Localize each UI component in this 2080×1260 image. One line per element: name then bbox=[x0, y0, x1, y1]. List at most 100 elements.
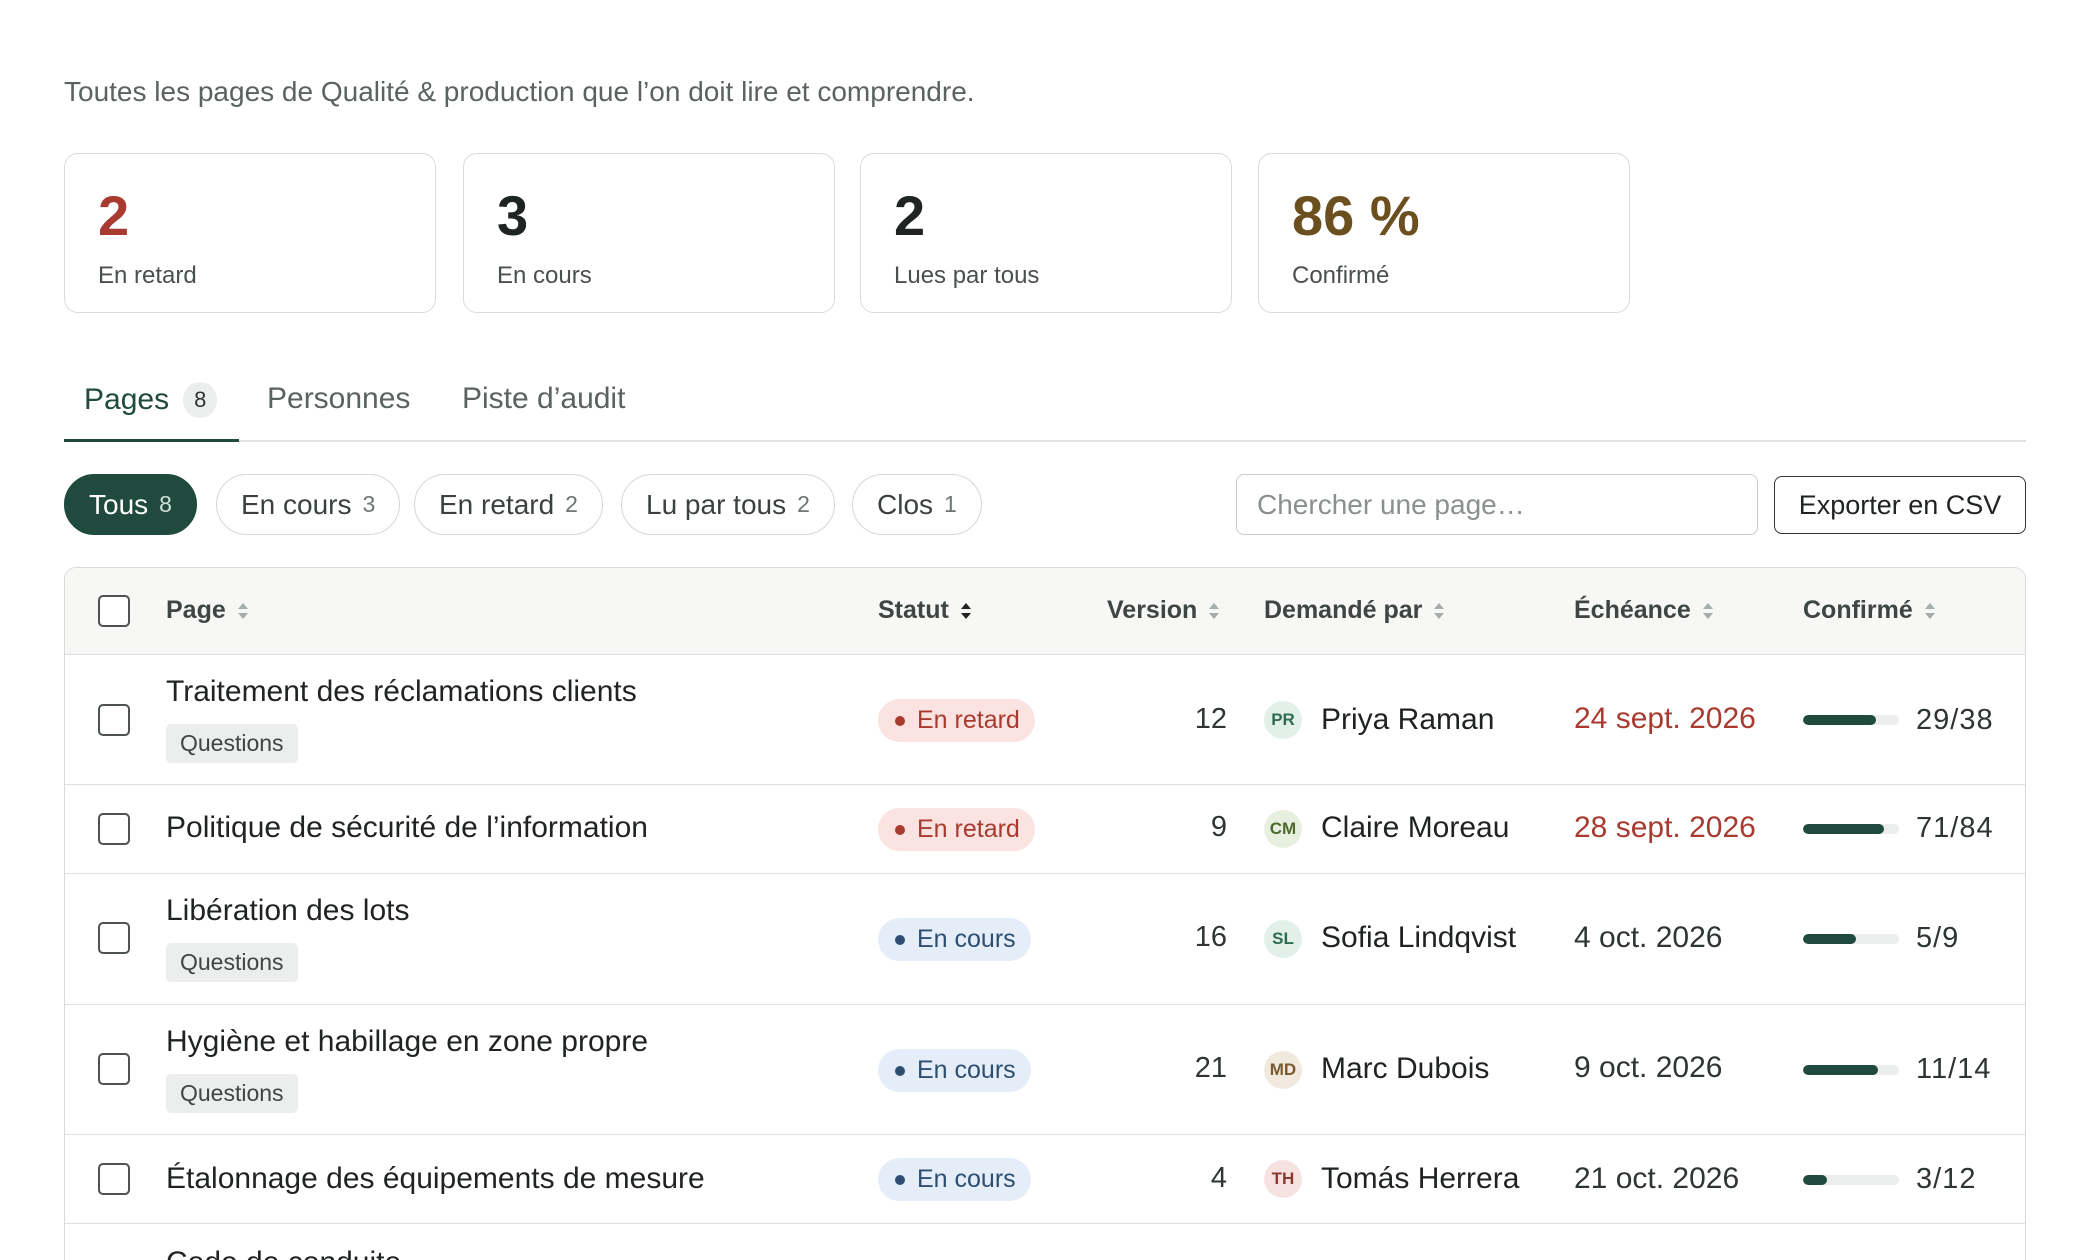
status-label: En retard bbox=[917, 706, 1020, 734]
table-row[interactable]: Traitement des réclamations clients Ques… bbox=[65, 655, 2025, 785]
table-row[interactable]: Hygiène et habillage en zone propre Ques… bbox=[65, 1005, 2025, 1135]
version-value: 21 bbox=[1194, 1052, 1227, 1084]
confirmed-ratio: 29/38 bbox=[1916, 704, 1994, 736]
filter-chip-late[interactable]: En retard 2 bbox=[414, 474, 603, 535]
page-title-link[interactable]: Étalonnage des équipements de mesure bbox=[166, 1162, 705, 1196]
row-checkbox[interactable] bbox=[98, 1163, 130, 1195]
status-label: En cours bbox=[917, 925, 1016, 953]
tab-people[interactable]: Personnes bbox=[267, 382, 410, 416]
status-badge: En cours bbox=[878, 918, 1031, 961]
due-date: 24 sept. 2026 bbox=[1574, 702, 1756, 735]
sort-icon bbox=[237, 602, 248, 620]
version-value: 12 bbox=[1194, 703, 1227, 735]
requester-name: Claire Moreau bbox=[1321, 811, 1510, 844]
stat-label: En cours bbox=[497, 262, 592, 289]
tab-label: Pages bbox=[84, 383, 170, 416]
stat-value: 2 bbox=[98, 184, 130, 247]
page-subtitle: Toutes les pages de Qualité & production… bbox=[64, 76, 975, 107]
version-value: 16 bbox=[1194, 921, 1227, 953]
column-header-version[interactable]: Version bbox=[1107, 596, 1220, 625]
status-dot-icon bbox=[895, 824, 905, 835]
status-badge: En cours bbox=[878, 1158, 1031, 1201]
progress-fill bbox=[1803, 1065, 1879, 1075]
export-csv-button[interactable]: Exporter en CSV bbox=[1774, 476, 2026, 534]
sort-icon bbox=[1702, 602, 1713, 620]
status-label: En cours bbox=[917, 1056, 1016, 1084]
column-label: Version bbox=[1107, 596, 1198, 624]
row-checkbox[interactable] bbox=[98, 813, 130, 845]
progress-fill bbox=[1803, 1175, 1827, 1185]
status-label: En retard bbox=[917, 815, 1020, 843]
column-header-requested-by[interactable]: Demandé par bbox=[1264, 596, 1445, 625]
avatar: MD bbox=[1264, 1051, 1302, 1089]
column-header-page[interactable]: Page bbox=[166, 596, 248, 625]
chip-count: 2 bbox=[565, 491, 578, 517]
status-dot-icon bbox=[895, 1174, 905, 1185]
stat-label: En retard bbox=[98, 262, 197, 289]
table-row[interactable]: Politique de sécurité de l’information E… bbox=[65, 785, 2025, 874]
requester-name: Tomás Herrera bbox=[1321, 1162, 1520, 1195]
chip-count: 1 bbox=[944, 491, 957, 517]
row-checkbox[interactable] bbox=[98, 922, 130, 954]
page-title-link[interactable]: Traitement des réclamations clients bbox=[166, 675, 637, 709]
page-title-link[interactable]: Hygiène et habillage en zone propre bbox=[166, 1025, 648, 1059]
chip-label: Clos bbox=[877, 488, 934, 520]
select-all-checkbox[interactable] bbox=[98, 595, 130, 627]
tab-pages[interactable]: Pages 8 bbox=[84, 382, 218, 418]
confirmed-ratio: 71/84 bbox=[1916, 812, 1994, 844]
filter-chip-all[interactable]: Tous 8 bbox=[64, 474, 197, 535]
column-label: Demandé par bbox=[1264, 596, 1423, 624]
stat-card-in-progress: 3 En cours bbox=[463, 153, 835, 313]
column-header-status[interactable]: Statut bbox=[878, 596, 971, 625]
confirmed-ratio: 5/9 bbox=[1916, 922, 1960, 954]
avatar: CM bbox=[1264, 810, 1302, 848]
column-label: Échéance bbox=[1574, 596, 1691, 624]
version-value: 4 bbox=[1210, 1162, 1227, 1194]
chip-count: 3 bbox=[362, 491, 376, 517]
progress-fill bbox=[1803, 934, 1857, 944]
status-label: En cours bbox=[917, 1165, 1016, 1193]
confirmed-ratio: 11/14 bbox=[1916, 1053, 1992, 1085]
confirmation-progress-bar bbox=[1803, 1175, 1899, 1185]
confirmation-progress-bar bbox=[1803, 824, 1899, 834]
column-label: Statut bbox=[878, 596, 949, 624]
avatar: PR bbox=[1264, 701, 1302, 739]
filter-chip-closed[interactable]: Clos 1 bbox=[852, 474, 982, 535]
chip-label: Tous bbox=[89, 488, 149, 520]
filter-chip-in-progress[interactable]: En cours 3 bbox=[216, 474, 401, 535]
progress-fill bbox=[1803, 715, 1877, 725]
column-header-confirmed[interactable]: Confirmé bbox=[1803, 596, 1935, 625]
requester-name: Priya Raman bbox=[1321, 703, 1495, 736]
chip-label: Lu par tous bbox=[646, 488, 787, 520]
due-date: 28 sept. 2026 bbox=[1574, 811, 1756, 844]
confirmed-ratio: 3/12 bbox=[1916, 1163, 1977, 1195]
table-row[interactable]: Étalonnage des équipements de mesure En … bbox=[65, 1135, 2025, 1224]
row-checkbox[interactable] bbox=[98, 704, 130, 736]
tab-bar: Pages 8 Personnes Piste d’audit bbox=[64, 364, 2026, 442]
version-value: 9 bbox=[1210, 811, 1227, 843]
avatar: TH bbox=[1264, 1160, 1302, 1198]
tab-audit-trail[interactable]: Piste d’audit bbox=[462, 382, 625, 416]
status-badge: En retard bbox=[878, 808, 1035, 851]
row-checkbox[interactable] bbox=[98, 1053, 130, 1085]
table-row[interactable]: Code de conduite bbox=[65, 1224, 2025, 1260]
tab-label: Personnes bbox=[267, 382, 411, 415]
stat-label: Confirmé bbox=[1292, 262, 1390, 289]
column-header-due[interactable]: Échéance bbox=[1574, 596, 1713, 625]
tab-count-badge: 8 bbox=[183, 382, 218, 418]
chip-label: En cours bbox=[241, 488, 352, 520]
filter-chip-read-by-all[interactable]: Lu par tous 2 bbox=[621, 474, 835, 535]
questions-tag: Questions bbox=[166, 943, 298, 982]
page-title-link[interactable]: Code de conduite bbox=[166, 1246, 401, 1260]
table-row[interactable]: Libération des lots Questions En cours 1… bbox=[65, 874, 2025, 1005]
sort-icon bbox=[1209, 602, 1220, 620]
avatar: SL bbox=[1264, 920, 1302, 958]
due-date: 4 oct. 2026 bbox=[1574, 921, 1723, 954]
requester-name: Sofia Lindqvist bbox=[1321, 921, 1517, 954]
search-input[interactable] bbox=[1236, 474, 1758, 535]
page-title-link[interactable]: Libération des lots bbox=[166, 894, 410, 928]
page-title-link[interactable]: Politique de sécurité de l’information bbox=[166, 811, 648, 845]
column-label: Page bbox=[166, 596, 226, 624]
stat-value: 86 % bbox=[1292, 184, 1420, 247]
pages-table: Page Statut Version Demandé par Échéance… bbox=[64, 567, 2026, 1260]
